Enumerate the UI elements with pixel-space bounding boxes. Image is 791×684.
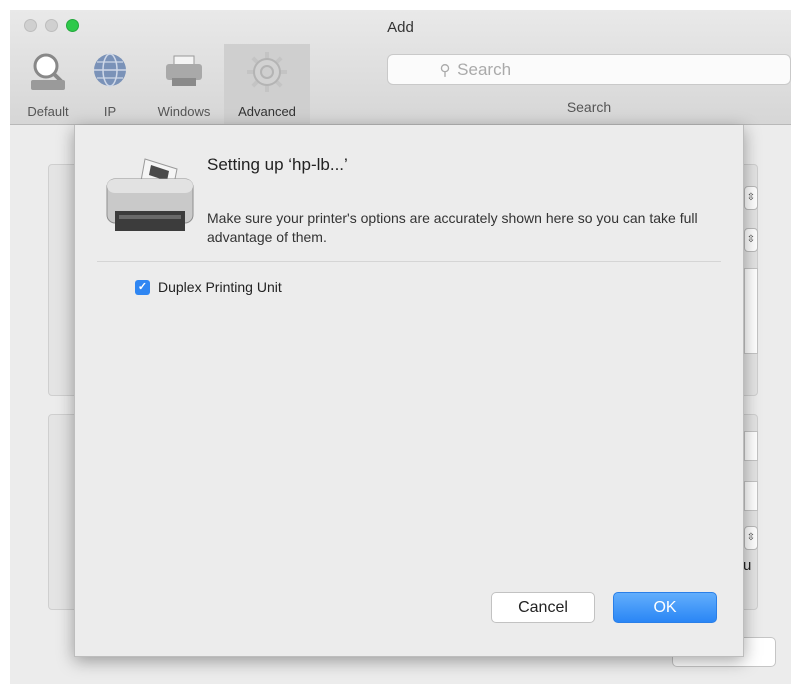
toolbar-default-button[interactable]: Default bbox=[10, 44, 86, 124]
toolbar-windows-button[interactable]: Windows bbox=[146, 44, 222, 124]
background-popup-stepper[interactable]: ⇳ bbox=[744, 228, 758, 252]
search-input[interactable] bbox=[457, 60, 739, 80]
sheet-message: Make sure your printer's options are acc… bbox=[207, 210, 698, 245]
search-icon: ⚲ bbox=[439, 62, 451, 79]
toolbar-advanced-label: Advanced bbox=[238, 104, 296, 119]
background-list-field[interactable] bbox=[744, 268, 758, 354]
toolbar-default-label: Default bbox=[27, 104, 69, 119]
background-text-field[interactable] bbox=[744, 431, 758, 461]
windows-printer-icon bbox=[166, 55, 202, 86]
printer-icon bbox=[106, 158, 194, 231]
duplex-option[interactable]: ✓ Duplex Printing Unit bbox=[135, 279, 282, 295]
setup-sheet: Setting up ‘hp-lb...’ Make sure your pri… bbox=[74, 125, 744, 657]
cancel-button[interactable]: Cancel bbox=[491, 592, 595, 623]
search-field[interactable]: ⚲ bbox=[387, 54, 791, 85]
background-partial-label: u bbox=[743, 557, 752, 574]
toolbar-ip-label: IP bbox=[103, 104, 117, 119]
globe-icon bbox=[94, 53, 126, 87]
toolbar-windows-label: Windows bbox=[157, 104, 211, 119]
toolbar: Add Default IP Windows Advanced ⚲ Search… bbox=[10, 10, 791, 125]
sheet-title: Setting up ‘hp-lb...’ bbox=[207, 155, 348, 174]
add-printer-window: Add Default IP Windows Advanced ⚲ Search… bbox=[10, 10, 791, 684]
divider bbox=[97, 261, 721, 262]
duplex-checkbox[interactable]: ✓ bbox=[135, 279, 150, 295]
toolbar-advanced-button[interactable]: Advanced bbox=[224, 44, 310, 124]
background-popup-stepper[interactable]: ⇳ bbox=[744, 186, 758, 210]
ok-button[interactable]: OK bbox=[613, 592, 717, 623]
gear-icon bbox=[247, 52, 287, 92]
toolbar-ip-button[interactable]: IP bbox=[88, 44, 132, 124]
background-popup-stepper[interactable]: ⇳ bbox=[744, 526, 758, 550]
default-printer-icon bbox=[31, 53, 65, 90]
background-text-field[interactable] bbox=[744, 481, 758, 511]
duplex-option-label: Duplex Printing Unit bbox=[158, 279, 282, 295]
search-caption: Search bbox=[566, 99, 612, 115]
window-title: Add bbox=[387, 19, 414, 36]
